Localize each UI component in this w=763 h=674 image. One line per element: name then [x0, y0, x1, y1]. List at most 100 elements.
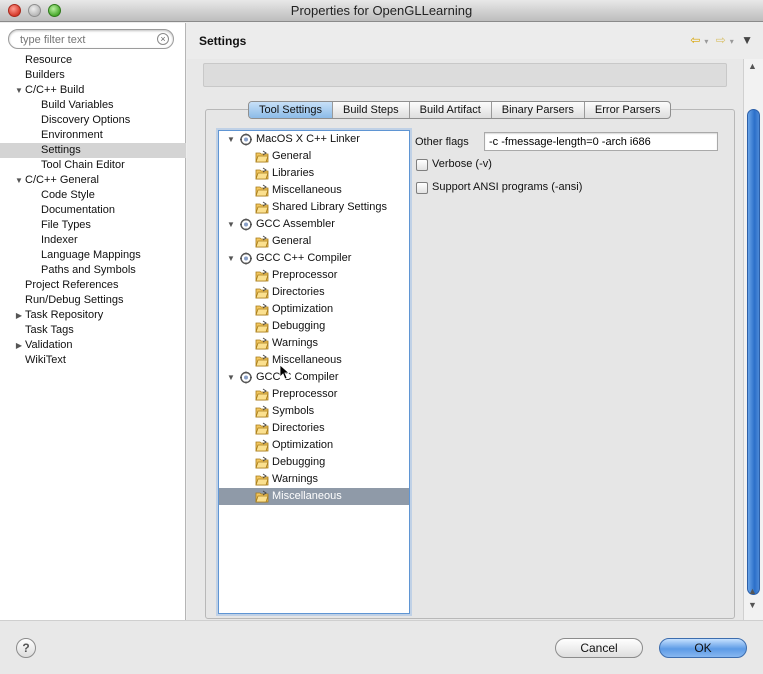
- tool-option-item[interactable]: Optimization: [219, 301, 409, 318]
- properties-tree-item-label: Environment: [41, 129, 103, 141]
- tool-option-item[interactable]: Optimization: [219, 437, 409, 454]
- properties-tree-item[interactable]: Code Style: [0, 188, 186, 203]
- tool-tree-label: Preprocessor: [272, 269, 338, 281]
- tool-option-item[interactable]: Directories: [219, 420, 409, 437]
- scrollbar-thumb[interactable]: [747, 109, 760, 595]
- properties-tree-item[interactable]: Indexer: [0, 233, 186, 248]
- title-bar: Properties for OpenGLLearning: [0, 0, 763, 22]
- properties-tree-item[interactable]: Environment: [0, 128, 186, 143]
- back-dropdown-icon[interactable]: ▾: [704, 37, 708, 46]
- properties-tree-item[interactable]: Discovery Options: [0, 113, 186, 128]
- scroll-up-icon[interactable]: ▲: [748, 61, 757, 71]
- filter-input[interactable]: [18, 32, 153, 47]
- window-title: Properties for OpenGLLearning: [290, 3, 473, 18]
- tool-option-item[interactable]: General: [219, 148, 409, 165]
- ansi-checkbox[interactable]: [416, 182, 428, 194]
- properties-tree-item[interactable]: Task Tags: [0, 323, 186, 338]
- tool-option-item[interactable]: Warnings: [219, 335, 409, 352]
- properties-tree-item-label: Task Tags: [25, 324, 74, 336]
- properties-tree-item[interactable]: Project References: [0, 278, 186, 293]
- close-window-button[interactable]: [8, 4, 21, 17]
- expanded-triangle-icon[interactable]: ▼: [226, 250, 236, 267]
- vertical-scrollbar[interactable]: ▲ ▲ ▼: [743, 59, 763, 620]
- tool-option-item[interactable]: Miscellaneous: [219, 352, 409, 369]
- properties-tree-item[interactable]: Run/Debug Settings: [0, 293, 186, 308]
- tab-error-parsers[interactable]: Error Parsers: [585, 102, 670, 118]
- tab-binary-parsers[interactable]: Binary Parsers: [492, 102, 585, 118]
- tool-option-item[interactable]: Symbols: [219, 403, 409, 420]
- minimize-window-button[interactable]: [28, 4, 41, 17]
- tool-item[interactable]: ▼ GCC Assembler: [219, 216, 409, 233]
- properties-tree-item[interactable]: Builders: [0, 68, 186, 83]
- collapsed-triangle-icon[interactable]: ▶: [14, 308, 24, 323]
- tool-option-item[interactable]: Miscellaneous: [219, 488, 409, 505]
- properties-tree-item-label: Run/Debug Settings: [25, 294, 124, 306]
- expanded-triangle-icon[interactable]: ▼: [226, 369, 236, 386]
- properties-tree-item[interactable]: Settings: [0, 143, 186, 158]
- properties-tree-item[interactable]: Documentation: [0, 203, 186, 218]
- tool-option-item[interactable]: Debugging: [219, 318, 409, 335]
- ok-button[interactable]: OK: [659, 638, 747, 658]
- mouse-cursor-icon: [279, 364, 289, 380]
- properties-tree-item[interactable]: ▶ Task Repository: [0, 308, 186, 323]
- option-folder-icon: [255, 235, 269, 248]
- expanded-triangle-icon[interactable]: ▼: [14, 83, 24, 98]
- ansi-label: Support ANSI programs (-ansi): [432, 181, 583, 193]
- tab-build-steps[interactable]: Build Steps: [333, 102, 410, 118]
- tool-option-item[interactable]: Preprocessor: [219, 386, 409, 403]
- help-icon[interactable]: ?: [16, 638, 36, 658]
- cancel-button[interactable]: Cancel: [555, 638, 643, 658]
- properties-tree-item-label: Builders: [25, 69, 65, 81]
- option-folder-icon: [255, 354, 269, 367]
- tool-option-item[interactable]: General: [219, 233, 409, 250]
- tool-option-item[interactable]: Directories: [219, 284, 409, 301]
- properties-tree-item[interactable]: File Types: [0, 218, 186, 233]
- forward-arrow-icon[interactable]: ⇨: [716, 33, 726, 47]
- properties-tree-item[interactable]: ▶ Validation: [0, 338, 186, 353]
- option-folder-icon: [255, 422, 269, 435]
- other-flags-input[interactable]: [484, 132, 718, 151]
- view-menu-icon[interactable]: ▼: [741, 33, 753, 47]
- tool-settings-tree[interactable]: ▼ MacOS X C++ Linker General Libraries Misce…: [218, 130, 410, 614]
- tab-build-artifact[interactable]: Build Artifact: [410, 102, 492, 118]
- tab-tool-settings[interactable]: Tool Settings: [249, 102, 333, 118]
- tool-option-item[interactable]: Warnings: [219, 471, 409, 488]
- option-folder-icon: [255, 184, 269, 197]
- properties-tree-item-label: C/C++ General: [25, 174, 99, 186]
- tool-item[interactable]: ▼ MacOS X C++ Linker: [219, 131, 409, 148]
- properties-tree-item[interactable]: ▼ C/C++ General: [0, 173, 186, 188]
- properties-tree: Resource Builders ▼ C/C++ Build Build Variab…: [0, 53, 186, 368]
- filter-field[interactable]: ×: [8, 29, 174, 49]
- tool-option-item[interactable]: Shared Library Settings: [219, 199, 409, 216]
- properties-tree-item[interactable]: Tool Chain Editor: [0, 158, 186, 173]
- tool-option-item[interactable]: Miscellaneous: [219, 182, 409, 199]
- expanded-triangle-icon[interactable]: ▼: [226, 216, 236, 233]
- tool-item[interactable]: ▼ GCC C Compiler: [219, 369, 409, 386]
- properties-tree-item[interactable]: WikiText: [0, 353, 186, 368]
- properties-tree-item[interactable]: Language Mappings: [0, 248, 186, 263]
- tool-option-item[interactable]: Preprocessor: [219, 267, 409, 284]
- tool-item[interactable]: ▼ GCC C++ Compiler: [219, 250, 409, 267]
- forward-dropdown-icon[interactable]: ▾: [730, 37, 734, 46]
- verbose-checkbox[interactable]: [416, 159, 428, 171]
- collapsed-triangle-icon[interactable]: ▶: [14, 338, 24, 353]
- scroll-up-icon[interactable]: ▲: [748, 586, 757, 596]
- properties-tree-item[interactable]: Resource: [0, 53, 186, 68]
- properties-tree-item[interactable]: ▼ C/C++ Build: [0, 83, 186, 98]
- properties-tree-item-label: Indexer: [41, 234, 78, 246]
- zoom-window-button[interactable]: [48, 4, 61, 17]
- option-folder-icon: [255, 167, 269, 180]
- back-arrow-icon[interactable]: ⇦: [690, 33, 700, 47]
- tool-option-item[interactable]: Libraries: [219, 165, 409, 182]
- properties-tree-item[interactable]: Paths and Symbols: [0, 263, 186, 278]
- tool-tree-label: Preprocessor: [272, 388, 338, 400]
- tool-option-item[interactable]: Debugging: [219, 454, 409, 471]
- properties-tree-item[interactable]: Build Variables: [0, 98, 186, 113]
- option-folder-icon: [255, 405, 269, 418]
- scroll-down-icon[interactable]: ▼: [748, 600, 757, 610]
- expanded-triangle-icon[interactable]: ▼: [226, 131, 236, 148]
- properties-tree-item-label: Resource: [25, 54, 73, 66]
- tool-tree-label: Debugging: [272, 320, 326, 332]
- expanded-triangle-icon[interactable]: ▼: [14, 173, 24, 188]
- clear-filter-icon[interactable]: ×: [157, 33, 169, 45]
